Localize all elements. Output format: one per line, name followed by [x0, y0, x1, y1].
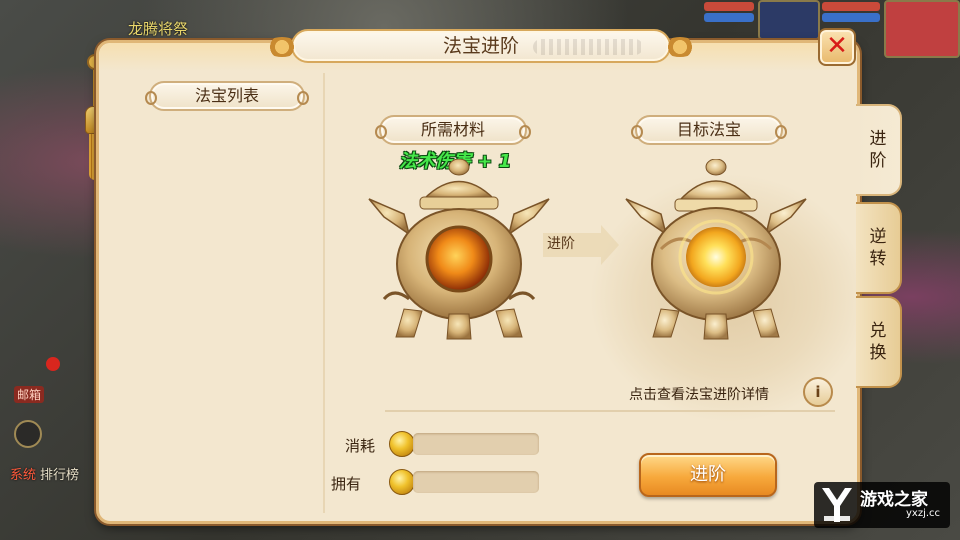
tab-exchange-char1: 兑	[869, 321, 887, 341]
system-tag: 系统	[10, 468, 37, 483]
tab-advance-char1: 进	[869, 129, 887, 149]
player-avatar[interactable]	[884, 0, 960, 58]
watermark-url: yxzj.cc	[906, 508, 941, 519]
system-chat-line[interactable]: 系统 排行榜	[10, 464, 79, 483]
advance-details-link[interactable]: 点击查看法宝进阶详情	[629, 384, 769, 404]
ink-decoration	[533, 39, 643, 55]
owned-label: 拥有	[331, 475, 362, 493]
treasure-advance-window: 法宝进阶 法宝列表 所需材料 目标法宝 法术伤害 + 1 进阶 点击查看法宝进阶…	[96, 29, 869, 524]
treasure-list-title: 法宝列表	[145, 81, 309, 111]
treasure-list-panel[interactable]: 法宝列表	[111, 73, 325, 513]
close-icon[interactable]: ✕	[818, 28, 856, 66]
consume-label: 消耗	[345, 437, 376, 455]
info-icon[interactable]: i	[803, 377, 833, 407]
target-treasure-vessel[interactable]	[621, 159, 811, 349]
tab-advance[interactable]: 进 阶	[856, 104, 902, 196]
material-treasure-vessel[interactable]	[364, 159, 554, 349]
target-treasure-title: 目标法宝	[631, 115, 787, 145]
window-title-bar: 法宝进阶	[265, 29, 697, 63]
section-divider	[385, 410, 835, 412]
consume-amount-field	[413, 433, 539, 455]
tab-exchange-char2: 换	[869, 343, 887, 363]
mail-label[interactable]: 邮箱	[14, 386, 45, 403]
tab-reverse[interactable]: 逆 转	[856, 202, 902, 294]
player-status-bars	[704, 0, 754, 34]
window-title: 法宝进阶	[442, 35, 519, 57]
tab-reverse-char1: 逆	[869, 227, 887, 247]
arrow-label: 进阶	[547, 236, 575, 252]
site-watermark: 游戏之家 yxzj.cc	[814, 482, 950, 528]
tab-reverse-char2: 转	[869, 249, 887, 269]
tab-exchange[interactable]: 兑 换	[856, 296, 902, 388]
required-materials-title: 所需材料	[375, 115, 531, 145]
owned-amount-field	[413, 471, 539, 493]
watermark-logo-icon	[822, 488, 852, 522]
event-banner-text[interactable]: 龙腾将祭	[128, 18, 188, 39]
notification-dot	[46, 357, 60, 371]
chat-avatar-icon[interactable]	[14, 420, 42, 448]
coin-icon	[389, 469, 415, 495]
advance-button[interactable]: 进阶	[639, 453, 777, 497]
watermark-name: 游戏之家	[860, 490, 928, 510]
system-message: 排行榜	[40, 468, 80, 483]
tab-advance-char2: 阶	[869, 151, 887, 171]
coin-icon	[389, 431, 415, 457]
pet-avatar[interactable]	[758, 0, 820, 40]
